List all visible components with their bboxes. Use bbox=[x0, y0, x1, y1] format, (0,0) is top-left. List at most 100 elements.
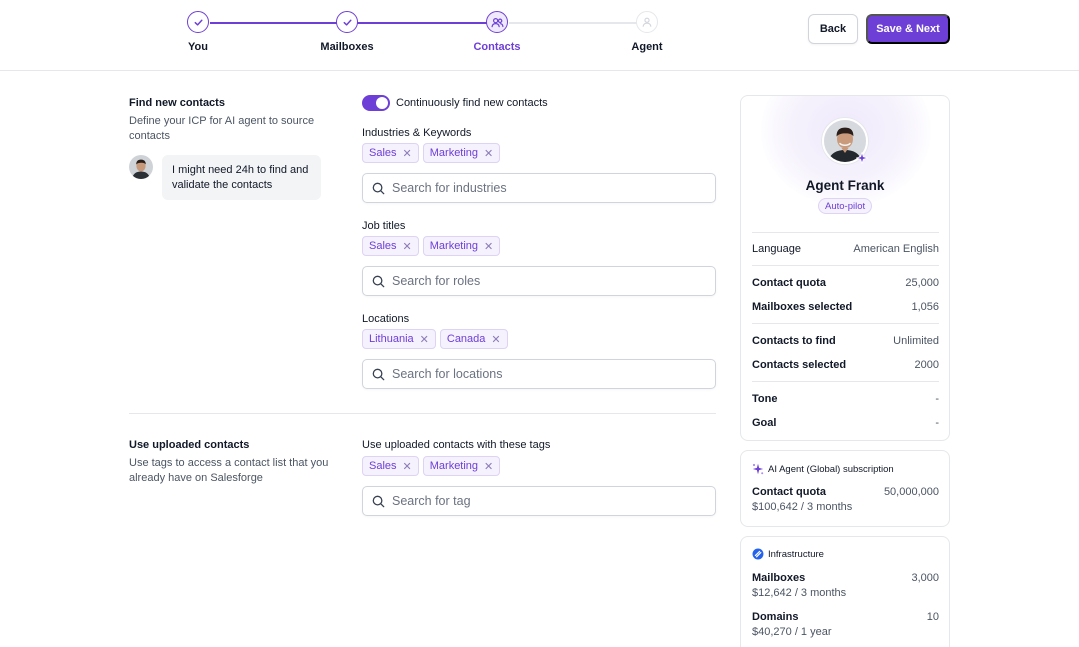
tag-chip: Marketing ✕ bbox=[422, 143, 501, 163]
remove-tag-icon[interactable]: ✕ bbox=[420, 333, 429, 346]
infra-domains-row: Domains 10 $40,270 / 1 year bbox=[752, 611, 939, 638]
search-icon bbox=[372, 495, 385, 507]
check-icon bbox=[187, 11, 209, 33]
card-divider bbox=[752, 265, 939, 266]
industries-search-input[interactable]: Search for industries bbox=[362, 173, 716, 203]
tag-label: Marketing bbox=[429, 460, 479, 472]
continuous-find-label: Continuously find new contacts bbox=[396, 97, 548, 109]
remove-tag-icon[interactable]: ✕ bbox=[403, 240, 412, 253]
row-value: American English bbox=[853, 243, 939, 255]
uploaded-contacts-title: Use uploaded contacts bbox=[129, 439, 250, 451]
uploaded-contacts-description: Use tags to access a contact list that y… bbox=[129, 457, 329, 484]
language-row: Language American English bbox=[752, 243, 939, 255]
contacts-to-find-row: Contacts to find Unlimited bbox=[752, 335, 939, 347]
roles-search-input[interactable]: Search for roles bbox=[362, 266, 716, 296]
find-contacts-title: Find new contacts bbox=[129, 97, 225, 109]
remove-tag-icon[interactable]: ✕ bbox=[484, 240, 493, 253]
row-label: Mailboxes selected bbox=[752, 301, 853, 313]
mailboxes-selected-row: Mailboxes selected 1,056 bbox=[752, 301, 939, 313]
row-value: 10 bbox=[926, 611, 939, 623]
section-divider bbox=[129, 413, 716, 414]
uploaded-tags: Sales ✕ Marketing ✕ bbox=[362, 456, 501, 476]
row-label: Domains bbox=[752, 611, 799, 623]
step-label: Contacts bbox=[473, 41, 521, 53]
step-you[interactable]: You bbox=[148, 10, 248, 53]
row-value: 2000 bbox=[914, 359, 939, 371]
row-label: Contacts selected bbox=[752, 359, 847, 371]
top-bar: You Mailboxes Contacts Agent Back Save &… bbox=[0, 0, 1079, 71]
row-label: Language bbox=[752, 243, 801, 255]
row-price: $40,270 / 1 year bbox=[752, 626, 832, 638]
check-icon bbox=[336, 11, 358, 33]
sparkle-icon bbox=[855, 151, 869, 167]
tag-chip: Marketing ✕ bbox=[422, 456, 501, 476]
row-price: $12,642 / 3 months bbox=[752, 587, 847, 599]
tag-label: Marketing bbox=[429, 240, 479, 252]
tag-label: Sales bbox=[369, 240, 397, 252]
subscription-title: AI Agent (Global) subscription bbox=[768, 463, 894, 475]
step-contacts[interactable]: Contacts bbox=[447, 10, 547, 53]
infra-mailboxes-row: Mailboxes 3,000 $12,642 / 3 months bbox=[752, 572, 939, 599]
row-value: 3,000 bbox=[911, 572, 939, 584]
agent-message-bubble: I might need 24h to find and validate th… bbox=[162, 155, 321, 200]
row-label: Contact quota bbox=[752, 486, 826, 498]
goal-row: Goal - bbox=[752, 417, 939, 429]
remove-tag-icon[interactable]: ✕ bbox=[403, 460, 412, 473]
continuous-find-toggle[interactable] bbox=[362, 95, 390, 111]
toggle-knob bbox=[376, 97, 388, 109]
search-placeholder: Search for tag bbox=[392, 494, 471, 508]
search-icon bbox=[372, 275, 385, 287]
tone-row: Tone - bbox=[752, 393, 939, 405]
remove-tag-icon[interactable]: ✕ bbox=[484, 460, 493, 473]
subscription-quota-row: Contact quota 50,000,000 $100,642 / 3 mo… bbox=[752, 486, 939, 513]
locations-tags: Lithuania ✕ Canada ✕ bbox=[362, 329, 508, 349]
infrastructure-title: Infrastructure bbox=[768, 548, 824, 560]
progress-stepper: You Mailboxes Contacts Agent bbox=[150, 10, 710, 60]
row-label: Goal bbox=[752, 417, 777, 429]
uploaded-tags-label: Use uploaded contacts with these tags bbox=[362, 439, 551, 451]
tag-label: Canada bbox=[446, 333, 486, 345]
card-divider bbox=[752, 323, 939, 324]
row-value: 50,000,000 bbox=[883, 486, 939, 498]
remove-tag-icon[interactable]: ✕ bbox=[403, 147, 412, 160]
row-label: Tone bbox=[752, 393, 778, 405]
card-divider bbox=[752, 232, 939, 233]
save-next-button[interactable]: Save & Next bbox=[866, 14, 950, 44]
row-price: $100,642 / 3 months bbox=[752, 501, 853, 513]
industries-label: Industries & Keywords bbox=[362, 127, 472, 139]
contact-quota-row: Contact quota 25,000 bbox=[752, 277, 939, 289]
job-titles-label: Job titles bbox=[362, 220, 406, 232]
step-mailboxes[interactable]: Mailboxes bbox=[297, 10, 397, 53]
find-contacts-description: Define your ICP for AI agent to source c… bbox=[129, 115, 315, 142]
search-icon bbox=[372, 368, 385, 380]
tag-chip: Marketing ✕ bbox=[422, 236, 501, 256]
row-value: 25,000 bbox=[905, 277, 939, 289]
ai-agent-icon bbox=[752, 463, 764, 475]
step-agent[interactable]: Agent bbox=[597, 10, 697, 53]
locations-search-input[interactable]: Search for locations bbox=[362, 359, 716, 389]
agent-summary-card: Agent Frank Auto-pilot Language American… bbox=[740, 95, 950, 441]
row-value: Unlimited bbox=[893, 335, 939, 347]
tag-chip: Sales ✕ bbox=[362, 456, 419, 476]
row-value: 1,056 bbox=[911, 301, 939, 313]
search-placeholder: Search for roles bbox=[392, 274, 481, 288]
tag-label: Sales bbox=[369, 460, 397, 472]
infrastructure-card: Infrastructure Mailboxes 3,000 $12,642 /… bbox=[740, 536, 950, 647]
remove-tag-icon[interactable]: ✕ bbox=[484, 147, 493, 160]
row-label: Contact quota bbox=[752, 277, 826, 289]
infrastructure-icon bbox=[752, 548, 764, 560]
remove-tag-icon[interactable]: ✕ bbox=[491, 333, 500, 346]
subscription-card: AI Agent (Global) subscription Contact q… bbox=[740, 450, 950, 527]
tag-chip: Canada ✕ bbox=[439, 329, 508, 349]
card-divider bbox=[752, 381, 939, 382]
step-label: You bbox=[188, 41, 208, 53]
row-label: Contacts to find bbox=[752, 335, 836, 347]
subscription-header: AI Agent (Global) subscription bbox=[752, 463, 894, 475]
step-label: Agent bbox=[631, 41, 663, 53]
agent-name: Agent Frank bbox=[805, 178, 885, 193]
row-value: - bbox=[935, 417, 939, 429]
back-button[interactable]: Back bbox=[808, 14, 858, 44]
tag-search-input[interactable]: Search for tag bbox=[362, 486, 716, 516]
tag-chip: Sales ✕ bbox=[362, 143, 419, 163]
step-label: Mailboxes bbox=[320, 41, 374, 53]
